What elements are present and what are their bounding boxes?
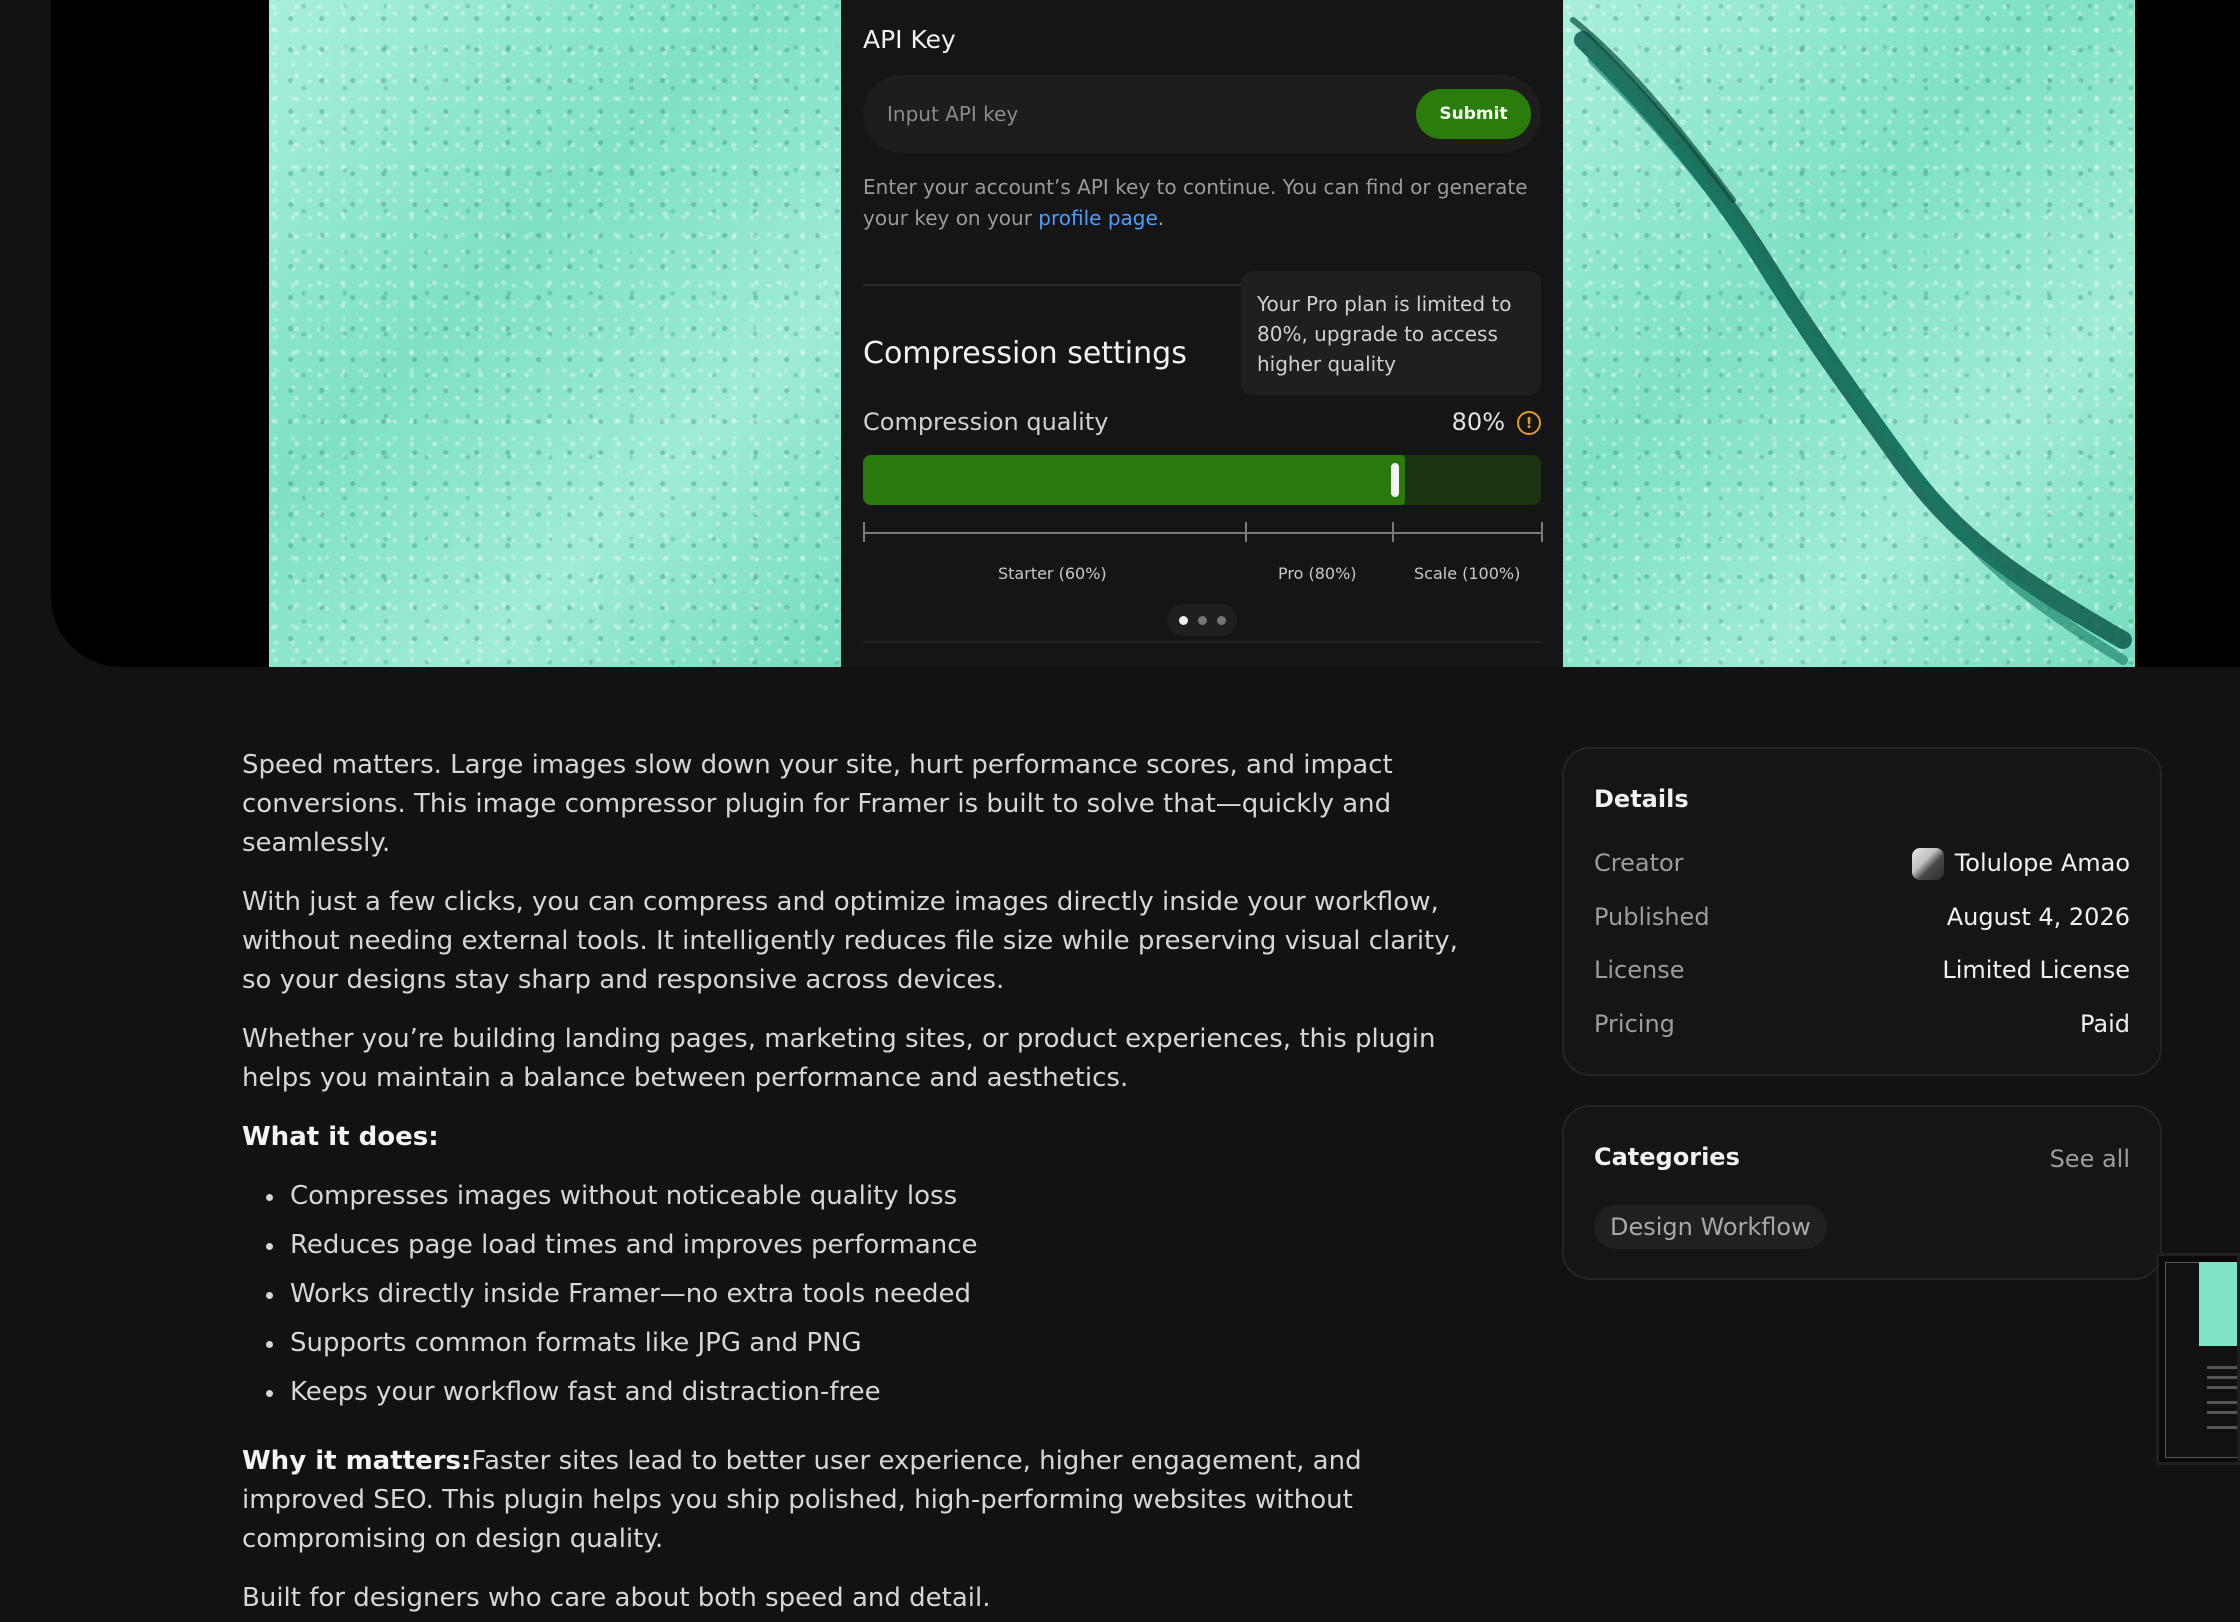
api-key-input[interactable] [887, 75, 1387, 153]
minimap-image [2199, 1262, 2237, 1346]
categories-title: Categories [1594, 1143, 1740, 1171]
pager-dot-1[interactable] [1179, 616, 1188, 625]
minimap-text-line [2207, 1401, 2237, 1404]
license-value: Limited License [1942, 956, 2130, 984]
plugin-panel: API Key Submit Enter your account’s API … [841, 0, 1563, 667]
feature-item: Supports common formats like JPG and PNG [242, 1324, 1482, 1373]
compression-quality-label: Compression quality [863, 408, 1109, 436]
minimap-text-line [2207, 1426, 2237, 1429]
api-help-body: Enter your account’s API key to continue… [863, 175, 1528, 230]
minimap-text-line [2207, 1411, 2237, 1414]
pager-dot-3[interactable] [1217, 616, 1226, 625]
why-it-matters-paragraph: Why it matters:Faster sites lead to bett… [242, 1442, 1482, 1559]
tier-starter: Starter (60%) [998, 564, 1107, 583]
submit-button[interactable]: Submit [1416, 89, 1531, 139]
why-it-matters-heading: Why it matters: [242, 1446, 472, 1476]
scale-tick-scale [1392, 522, 1394, 542]
feature-item: Compresses images without noticeable qua… [242, 1177, 1482, 1226]
scale-tick-end [1541, 522, 1543, 542]
pro-limit-tooltip: Your Pro plan is limited to 80%, upgrade… [1241, 271, 1541, 395]
preview-image-left [269, 0, 841, 667]
feature-list: Compresses images without noticeable qua… [242, 1177, 1482, 1422]
plan-scale-axis [863, 522, 1543, 542]
details-row-license: License Limited License [1594, 956, 2130, 996]
api-help-suffix: . [1157, 206, 1165, 230]
panel-bottom-divider [863, 641, 1541, 643]
category-chip[interactable]: Design Workflow [1594, 1205, 1827, 1249]
info-circle-icon[interactable]: ! [1517, 411, 1541, 435]
minimap-text-line [2207, 1376, 2237, 1379]
carousel-pager[interactable] [1167, 604, 1237, 636]
creator-label: Creator [1594, 849, 1684, 877]
api-help-text: Enter your account’s API key to continue… [863, 172, 1553, 234]
feature-item: Reduces page load times and improves per… [242, 1226, 1482, 1275]
api-key-row: Submit [863, 75, 1541, 153]
see-all-link[interactable]: See all [2050, 1145, 2130, 1173]
scale-line [863, 532, 1543, 534]
pager-dot-2[interactable] [1198, 616, 1207, 625]
details-row-creator: Creator Tolulope Amao [1594, 848, 2130, 889]
description-paragraph-1: Speed matters. Large images slow down yo… [242, 750, 1393, 858]
slider-fill [863, 455, 1405, 505]
compression-settings-title: Compression settings [863, 336, 1187, 371]
avatar[interactable] [1912, 848, 1944, 880]
ink-streak-decoration [1570, 17, 2132, 665]
section-divider [863, 284, 1243, 286]
closing-paragraph: Built for designers who care about both … [242, 1583, 991, 1613]
minimap-text-line [2207, 1386, 2237, 1389]
pricing-value: Paid [2079, 1010, 2130, 1038]
creator-value[interactable]: Tolulope Amao [1955, 849, 2130, 877]
feature-item: Works directly inside Framer—no extra to… [242, 1275, 1482, 1324]
feature-item: Keeps your workflow fast and distraction… [242, 1373, 1482, 1422]
details-card: Details Creator Tolulope Amao Published … [1562, 747, 2162, 1076]
description-paragraph-3: Whether you’re building landing pages, m… [242, 1024, 1436, 1093]
details-title: Details [1594, 785, 1689, 813]
compression-quality-value: 80% [1451, 408, 1505, 436]
minimap-text-line [2207, 1366, 2237, 1369]
what-it-does-heading: What it does: [242, 1122, 439, 1152]
scale-tick-pro [1245, 522, 1247, 542]
details-row-published: Published August 4, 2026 [1594, 903, 2130, 943]
hero-preview: API Key Submit Enter your account’s API … [0, 0, 2240, 667]
description-paragraph-2: With just a few clicks, you can compress… [242, 887, 1458, 995]
pricing-label: Pricing [1594, 1010, 1675, 1038]
tier-scale: Scale (100%) [1414, 564, 1521, 583]
slider-thumb[interactable] [1391, 463, 1399, 497]
categories-card: Categories See all Design Workflow [1562, 1105, 2162, 1280]
compression-quality-slider[interactable] [863, 455, 1541, 505]
preview-image-right [1563, 0, 2135, 667]
scale-tick-start [863, 522, 865, 542]
published-value: August 4, 2026 [1946, 903, 2130, 931]
profile-page-link[interactable]: profile page [1038, 206, 1157, 230]
published-label: Published [1594, 903, 1710, 931]
details-row-pricing: Pricing Paid [1594, 1010, 2130, 1050]
api-key-title: API Key [863, 25, 956, 54]
plugin-description: Speed matters. Large images slow down yo… [242, 746, 1482, 1622]
page-minimap[interactable] [2156, 1253, 2240, 1465]
license-label: License [1594, 956, 1685, 984]
tier-pro: Pro (80%) [1278, 564, 1357, 583]
